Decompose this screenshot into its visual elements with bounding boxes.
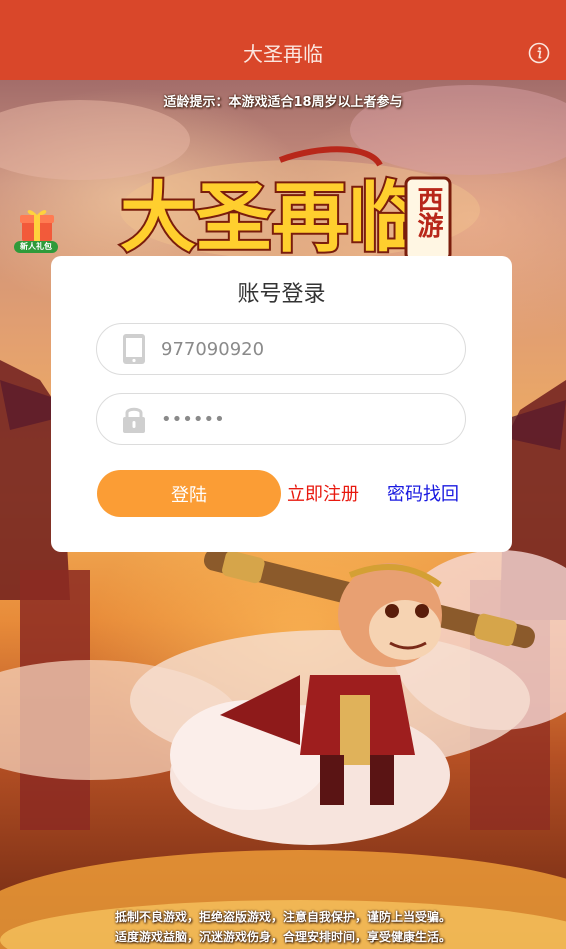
monkey-king-character (160, 545, 550, 875)
login-title: 账号登录 (237, 282, 326, 307)
logo-main-text: 大圣再临 (120, 173, 424, 260)
login-button[interactable]: 登陆 (97, 470, 281, 517)
game-logo: 大圣再临 西游 (110, 140, 470, 264)
app-screen: 大圣再临 适龄提示：本游戏适合18周岁以上者参与 新人礼包 大圣再临 西游 账号… (0, 0, 566, 949)
password-input[interactable] (161, 402, 451, 436)
password-field[interactable] (96, 393, 466, 445)
password-recover-link[interactable]: 密码找回 (387, 480, 459, 506)
notice-line-1: 抵制不良游戏，拒绝盗版游戏，注意自我保护，谨防上当受骗。 (114, 910, 451, 924)
info-icon[interactable] (528, 42, 550, 64)
account-input[interactable] (161, 332, 451, 366)
anti-addiction-notice: 抵制不良游戏，拒绝盗版游戏，注意自我保护，谨防上当受骗。 适度游戏益脑，沉迷游戏… (0, 907, 566, 947)
logo-side-text: 西游 (413, 186, 443, 239)
login-card: 账号登录 登陆 立即注册 密码找回 (51, 256, 512, 552)
page-title: 大圣再临 (243, 42, 323, 66)
top-bar: 大圣再临 (0, 0, 566, 80)
age-rating-notice: 适龄提示：本游戏适合18周岁以上者参与 (163, 95, 403, 110)
notice-line-2: 适度游戏益脑，沉迷游戏伤身，合理安排时间，享受健康生活。 (114, 930, 451, 944)
gift-label: 新人礼包 (14, 241, 58, 253)
gift-button[interactable]: 新人礼包 (14, 205, 60, 253)
account-field[interactable] (96, 323, 466, 375)
phone-icon (119, 334, 149, 364)
gift-icon (20, 210, 54, 241)
lock-icon (119, 404, 149, 434)
register-link[interactable]: 立即注册 (287, 480, 359, 506)
